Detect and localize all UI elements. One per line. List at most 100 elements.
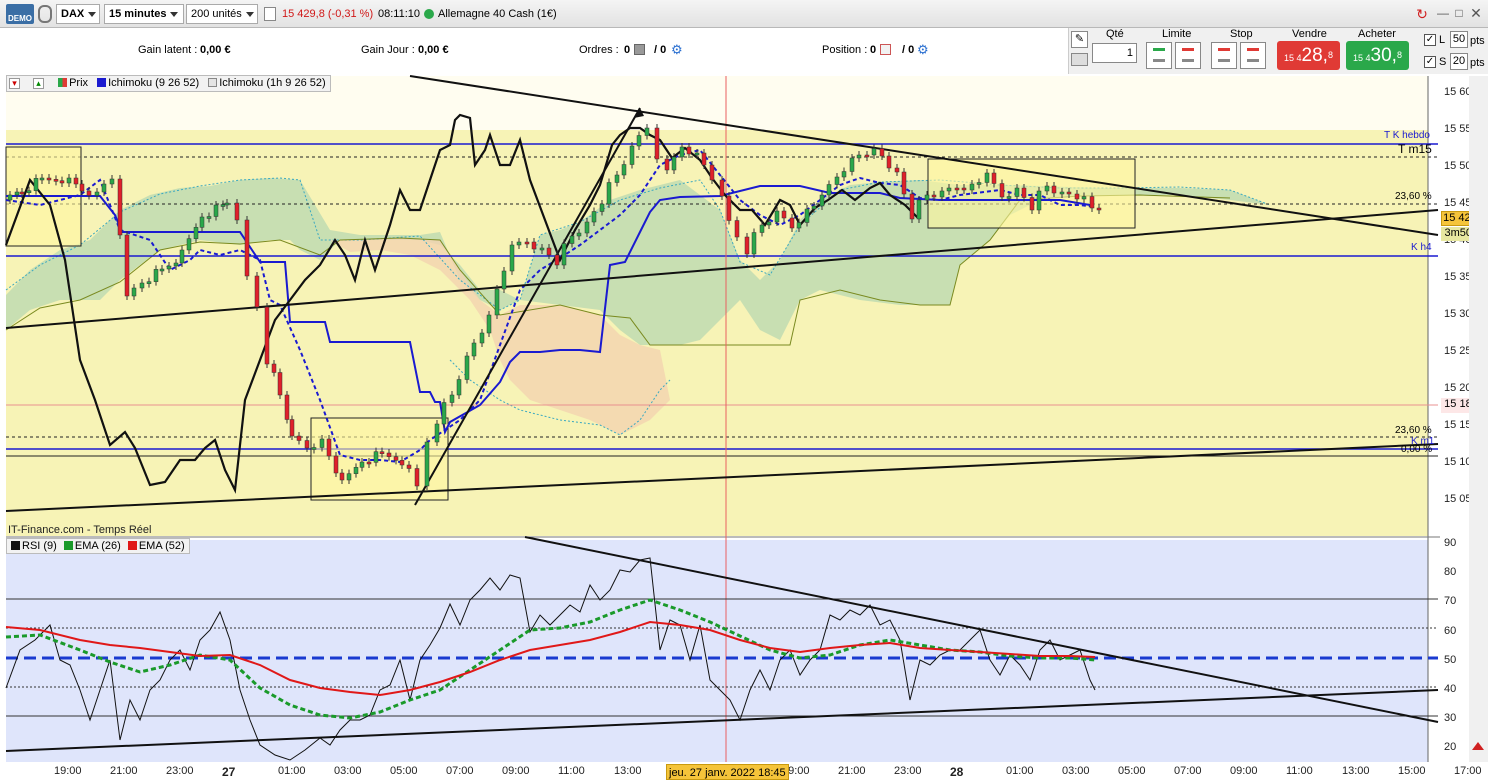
limit-sell-button[interactable] bbox=[1175, 42, 1201, 69]
link-icon[interactable] bbox=[38, 5, 52, 23]
candle-body bbox=[399, 460, 405, 466]
chevron-down-icon bbox=[88, 11, 97, 17]
limit-buy-button[interactable] bbox=[1146, 42, 1172, 69]
candle-body bbox=[709, 164, 715, 181]
collapse-icon[interactable]: ▾ bbox=[9, 78, 20, 89]
gear-icon[interactable]: ⚙ bbox=[917, 42, 929, 58]
buy-price-suffix: 8 bbox=[1396, 50, 1402, 60]
timeframe-label: 15 minutes bbox=[109, 8, 167, 20]
keyboard-icon[interactable] bbox=[1071, 53, 1088, 66]
candle-body bbox=[264, 306, 270, 365]
legend-ichimoku-15m[interactable]: Ichimoku (9 26 52) bbox=[108, 77, 199, 89]
candle-body bbox=[849, 157, 855, 172]
qte-label: Qté bbox=[1106, 28, 1124, 40]
candle-body bbox=[671, 156, 677, 171]
gain-jour-label: Gain Jour : bbox=[361, 44, 415, 56]
candle-body bbox=[304, 440, 310, 449]
change-value: (-0,31 %) bbox=[327, 8, 374, 20]
gain-latent-label: Gain latent : bbox=[138, 44, 198, 56]
candle-body bbox=[734, 220, 740, 238]
timeframe-select[interactable]: 15 minutes bbox=[104, 4, 184, 24]
rsi-tick: 40 bbox=[1444, 683, 1457, 695]
time-tick: 23:00 bbox=[894, 765, 922, 777]
legend-rsi[interactable]: RSI (9) bbox=[22, 540, 57, 552]
expand-icon[interactable]: ▴ bbox=[33, 78, 44, 89]
candle-body bbox=[1074, 193, 1080, 200]
candle-body bbox=[679, 146, 685, 158]
vertical-scrollbar[interactable] bbox=[1469, 76, 1488, 762]
candle-body bbox=[339, 472, 345, 481]
close-icon[interactable]: ✕ bbox=[1468, 5, 1484, 21]
position-value: 0 bbox=[870, 44, 877, 56]
price-chart[interactable] bbox=[0, 74, 1488, 780]
candle-body bbox=[774, 210, 780, 223]
candle-body bbox=[14, 191, 20, 196]
legend-ichimoku-1h[interactable]: Ichimoku (1h 9 26 52) bbox=[219, 77, 329, 89]
buy-button[interactable]: 15 430,8 bbox=[1346, 41, 1409, 70]
units-select[interactable]: 200 unités bbox=[186, 4, 258, 24]
sell-button[interactable]: 15 428,8 bbox=[1277, 41, 1340, 70]
candle-body bbox=[759, 224, 765, 233]
l-points-value: 50 bbox=[1452, 33, 1466, 45]
candle-body bbox=[486, 314, 492, 334]
candle-body bbox=[636, 135, 642, 147]
minimize-icon[interactable]: — bbox=[1436, 6, 1450, 20]
crosshair-time-tooltip: jeu. 27 janv. 2022 18:45 bbox=[666, 764, 789, 780]
l-points-input[interactable]: 50 bbox=[1450, 31, 1468, 48]
candle-body bbox=[509, 244, 515, 272]
candle-body bbox=[1014, 187, 1020, 197]
refresh-icon[interactable]: ↻ bbox=[1414, 6, 1430, 22]
candle-body bbox=[916, 199, 922, 220]
instrument-select[interactable]: DAX bbox=[56, 4, 100, 24]
demo-icon: DEMO bbox=[6, 4, 34, 24]
ichimoku-icon bbox=[97, 78, 107, 87]
rsi-tick: 80 bbox=[1444, 566, 1457, 579]
market-status-icon bbox=[424, 9, 434, 19]
rsi-tick: 90 bbox=[1444, 537, 1457, 549]
candle-body bbox=[796, 222, 802, 229]
wrench-icon[interactable]: ✎ bbox=[1071, 31, 1088, 48]
time-tick: 01:00 bbox=[278, 765, 306, 777]
l-label: L bbox=[1439, 34, 1446, 46]
legend-prix[interactable]: Prix bbox=[69, 77, 88, 89]
candle-body bbox=[584, 221, 590, 234]
scroll-up-icon[interactable] bbox=[1472, 742, 1484, 750]
s-points-input[interactable]: 20 bbox=[1450, 53, 1468, 70]
stop-sell-button[interactable] bbox=[1240, 42, 1266, 69]
instrument-label: DAX bbox=[61, 8, 85, 20]
ordres-total: / 0 bbox=[654, 44, 667, 56]
candle-body bbox=[131, 287, 137, 297]
candle-body bbox=[1059, 191, 1065, 195]
candle-body bbox=[289, 419, 295, 437]
candle-body bbox=[173, 262, 179, 267]
candle-body bbox=[1044, 185, 1050, 192]
cancel-orders-icon[interactable] bbox=[634, 44, 645, 55]
candle-body bbox=[701, 152, 707, 166]
candle-body bbox=[59, 180, 65, 184]
candle-body bbox=[644, 127, 650, 136]
gear-icon[interactable]: ⚙ bbox=[671, 42, 683, 58]
l-checkbox[interactable]: ✓ bbox=[1424, 34, 1436, 46]
quantity-input[interactable]: 1 bbox=[1092, 43, 1137, 63]
candle-body bbox=[719, 179, 725, 197]
legend-ema26[interactable]: EMA (26) bbox=[75, 540, 121, 552]
legend-ema52[interactable]: EMA (52) bbox=[139, 540, 189, 552]
candle-body bbox=[277, 372, 283, 396]
close-positions-icon[interactable] bbox=[880, 44, 891, 55]
maximize-icon[interactable]: □ bbox=[1452, 6, 1466, 20]
candle-body bbox=[326, 438, 332, 457]
stop-buy-button[interactable] bbox=[1211, 42, 1237, 69]
s-checkbox[interactable]: ✓ bbox=[1424, 56, 1436, 68]
candle-body bbox=[864, 154, 870, 158]
candles-icon bbox=[58, 78, 68, 87]
candle-body bbox=[924, 194, 930, 201]
candle-body bbox=[199, 216, 205, 228]
candle-body bbox=[319, 438, 325, 448]
candle-body bbox=[554, 254, 560, 266]
candle-body bbox=[86, 190, 92, 196]
data-source: IT-Finance.com - Temps Réel bbox=[8, 524, 152, 536]
price-legend: ▾ ▴ Prix Ichimoku (9 26 52) Ichimoku (1h… bbox=[6, 75, 331, 92]
candle-body bbox=[726, 195, 732, 221]
order-book-icon[interactable] bbox=[264, 7, 276, 21]
candle-body bbox=[516, 241, 522, 246]
